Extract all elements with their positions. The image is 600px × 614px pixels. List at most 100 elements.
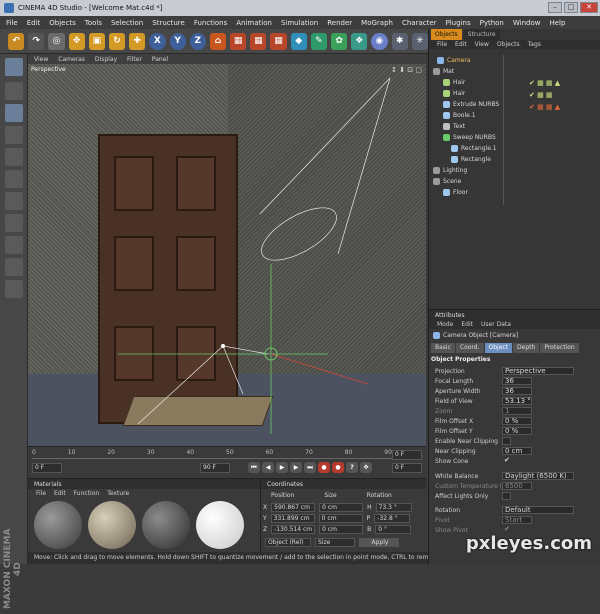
prev-frame-icon[interactable]: ◀ bbox=[262, 462, 274, 473]
array-icon[interactable]: ❖ bbox=[351, 33, 367, 50]
move-key-icon[interactable]: ✥ bbox=[360, 462, 372, 473]
menu-tools[interactable]: Tools bbox=[85, 19, 102, 27]
material-swatch[interactable] bbox=[88, 501, 136, 549]
object-row-mat[interactable]: Mat bbox=[433, 66, 454, 76]
obj-menu-edit[interactable]: Edit bbox=[455, 41, 467, 48]
tab-structure[interactable]: Structure bbox=[464, 29, 500, 40]
material-tag-icon[interactable]: ✔ ▦ ▦ ▲ bbox=[529, 103, 560, 111]
use-texture-icon[interactable] bbox=[5, 104, 23, 122]
mat-menu-edit[interactable]: Edit bbox=[54, 490, 66, 497]
vp-menu-cameras[interactable]: Cameras bbox=[58, 56, 85, 63]
autokey-icon[interactable]: ● bbox=[332, 462, 344, 473]
tweak-icon[interactable] bbox=[5, 214, 23, 232]
y-axis-icon[interactable]: Y bbox=[170, 33, 186, 50]
position-x-field[interactable]: 590.867 cm bbox=[271, 503, 315, 512]
fov-field[interactable]: 53.13 ° bbox=[502, 397, 532, 405]
end-frame-field[interactable]: 90 F bbox=[200, 463, 230, 473]
menu-edit[interactable]: Edit bbox=[27, 19, 41, 27]
go-to-end-icon[interactable]: ⏭ bbox=[304, 462, 316, 473]
mat-menu-texture[interactable]: Texture bbox=[107, 490, 129, 497]
menu-selection[interactable]: Selection bbox=[111, 19, 143, 27]
close-button[interactable]: ✕ bbox=[580, 2, 598, 13]
attr-menu-mode[interactable]: Mode bbox=[437, 321, 453, 328]
recent-tool-icon[interactable]: ✚ bbox=[129, 33, 145, 50]
rotation-b-field[interactable]: 0 ° bbox=[375, 525, 411, 534]
viewport-nav-icons[interactable]: ↕ ⬇ ⊡ ▢ bbox=[391, 66, 422, 74]
mat-menu-file[interactable]: File bbox=[36, 490, 46, 497]
zoom-field[interactable]: 1 bbox=[502, 407, 532, 415]
position-y-field[interactable]: 331.899 cm bbox=[271, 514, 315, 523]
object-row-text[interactable]: Text bbox=[443, 121, 465, 131]
object-row-boole[interactable]: Boole.1 bbox=[443, 110, 476, 120]
tab-objects[interactable]: Objects bbox=[431, 29, 462, 40]
menu-animation[interactable]: Animation bbox=[236, 19, 272, 27]
object-row-floor[interactable]: Floor bbox=[443, 187, 468, 197]
move-icon[interactable]: ✥ bbox=[69, 33, 85, 50]
use-model-icon[interactable] bbox=[5, 58, 23, 76]
vp-menu-display[interactable]: Display bbox=[95, 56, 117, 63]
near-clipping-checkbox[interactable] bbox=[502, 437, 511, 445]
render-settings-icon[interactable]: ▦ bbox=[270, 33, 286, 50]
vp-menu-panel[interactable]: Panel bbox=[152, 56, 168, 63]
coordinate-system-icon[interactable]: ⌂ bbox=[210, 33, 226, 50]
preview-end-field[interactable]: 0 F bbox=[392, 463, 422, 473]
attr-menu-userdata[interactable]: User Data bbox=[481, 321, 511, 328]
material-swatch[interactable] bbox=[142, 501, 190, 549]
size-z-field[interactable]: 0 cm bbox=[319, 525, 363, 534]
position-z-field[interactable]: -130.514 cm bbox=[271, 525, 315, 534]
apply-button[interactable]: Apply bbox=[359, 538, 399, 547]
coord-mode-select[interactable]: Object (Rel) bbox=[265, 538, 311, 547]
focal-length-field[interactable]: 36 bbox=[502, 377, 532, 385]
next-frame-icon[interactable]: ▶ bbox=[290, 462, 302, 473]
menu-python[interactable]: Python bbox=[480, 19, 504, 27]
start-frame-field[interactable]: 0 F bbox=[32, 463, 62, 473]
light-icon[interactable]: ✳ bbox=[412, 33, 428, 50]
current-frame-field[interactable]: 0 F bbox=[392, 450, 422, 460]
mat-menu-function[interactable]: Function bbox=[74, 490, 100, 497]
use-object-icon[interactable] bbox=[5, 82, 23, 100]
rotation-select[interactable]: Default bbox=[502, 506, 574, 514]
material-swatch[interactable] bbox=[196, 501, 244, 549]
obj-menu-objects[interactable]: Objects bbox=[497, 41, 520, 48]
render-picture-viewer-icon[interactable]: ▦ bbox=[250, 33, 266, 50]
menu-plugins[interactable]: Plugins bbox=[446, 19, 471, 27]
rotation-p-field[interactable]: -32.8 ° bbox=[374, 514, 410, 523]
timeline-ruler[interactable]: 0 10 20 30 40 50 60 70 80 90 bbox=[32, 449, 392, 459]
menu-structure[interactable]: Structure bbox=[152, 19, 185, 27]
pivot-select[interactable]: Start bbox=[502, 516, 532, 524]
film-offset-y-field[interactable]: 0 % bbox=[502, 427, 532, 435]
show-cone-checkbox[interactable]: ✔ bbox=[502, 457, 511, 465]
rotation-h-field[interactable]: 73.3 ° bbox=[376, 503, 412, 512]
check-icon[interactable]: ✔ ▦ ▦ ▲ bbox=[529, 79, 560, 87]
near-clipping-field[interactable]: 0 cm bbox=[502, 447, 532, 455]
z-axis-icon[interactable]: Z bbox=[190, 33, 206, 50]
x-axis-icon[interactable]: X bbox=[149, 33, 165, 50]
menu-help[interactable]: Help bbox=[549, 19, 565, 27]
vp-menu-view[interactable]: View bbox=[34, 56, 48, 63]
menu-file[interactable]: File bbox=[6, 19, 18, 27]
object-row-sweep-nurbs[interactable]: Sweep NURBS bbox=[443, 132, 496, 142]
affect-lights-checkbox[interactable] bbox=[502, 492, 511, 500]
attr-menu-edit[interactable]: Edit bbox=[461, 321, 473, 328]
keyframe-icon[interactable]: ? bbox=[346, 462, 358, 473]
play-icon[interactable]: ▶ bbox=[276, 462, 288, 473]
lock-workplane-icon[interactable] bbox=[5, 280, 23, 298]
object-row-rectangle-1[interactable]: Rectangle.1 bbox=[451, 143, 497, 153]
workplane-icon[interactable] bbox=[5, 258, 23, 276]
menu-simulation[interactable]: Simulation bbox=[281, 19, 318, 27]
maximize-button[interactable]: □ bbox=[564, 2, 578, 13]
size-mode-select[interactable]: Size bbox=[315, 538, 355, 547]
go-to-start-icon[interactable]: ⏮ bbox=[248, 462, 260, 473]
menu-render[interactable]: Render bbox=[327, 19, 352, 27]
undo-icon[interactable]: ↶ bbox=[8, 33, 24, 50]
tab-depth[interactable]: Depth bbox=[513, 343, 539, 353]
tab-protection[interactable]: Protection bbox=[540, 343, 578, 353]
tab-object[interactable]: Object bbox=[485, 343, 513, 353]
spline-pen-icon[interactable]: ✎ bbox=[311, 33, 327, 50]
perspective-viewport[interactable]: Perspective ↕ ⬇ ⊡ ▢ bbox=[28, 64, 426, 446]
object-row-extrude-nurbs[interactable]: Extrude NURBS bbox=[443, 99, 499, 109]
custom-temp-field[interactable]: 6500 bbox=[502, 482, 532, 490]
scene-icon[interactable]: ✱ bbox=[392, 33, 408, 50]
deformer-icon[interactable]: ◉ bbox=[371, 33, 387, 50]
menu-functions[interactable]: Functions bbox=[194, 19, 227, 27]
